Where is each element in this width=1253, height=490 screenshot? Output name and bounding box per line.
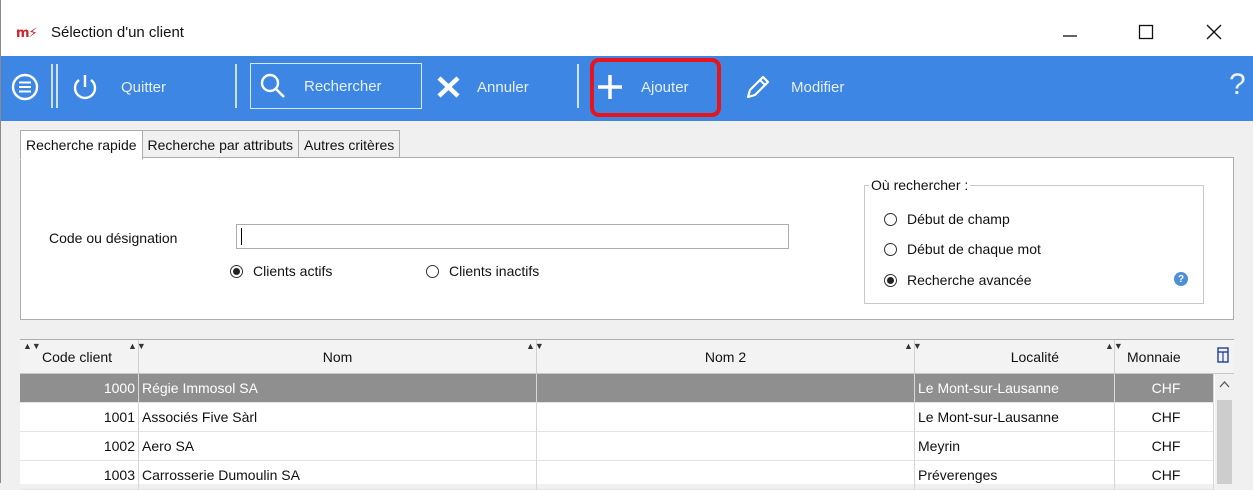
cell-currency: CHF [1115,432,1214,461]
edit-button[interactable]: Modifier [744,65,844,109]
toolbar-separator [56,64,58,108]
window-title: Sélection d'un client [51,24,184,41]
search-button[interactable]: Rechercher [250,63,422,109]
radio-unchecked-icon [426,264,439,278]
column-header-locality-label: Localité [1010,348,1059,365]
sort-icon: ▲▼ [23,341,41,351]
toolbar-separator [51,64,53,108]
radio-unchecked-icon [884,242,897,256]
grid-header: ▲▼ Code client ▲▼ Nom ▲▼ Nom 2 ▲▼ Locali… [20,340,1234,374]
cell-name: Aero SA [139,432,537,461]
radio-inactive-clients[interactable]: Clients inactifs [426,263,539,279]
app-logo: m⚡ [16,26,38,41]
title-bar: m⚡ Sélection d'un client [1,0,1253,56]
column-header-name2-label: Nom 2 [704,348,747,365]
vertical-scrollbar[interactable] [1215,374,1234,484]
toolbar-separator [577,64,579,108]
column-chooser-icon[interactable] [1217,347,1229,363]
search-where-group: Où rechercher : Début de champ Début de … [864,177,1204,304]
column-header-name2[interactable]: Nom 2 ▲▼ [537,340,922,373]
column-header-name-label: Nom [322,348,353,365]
client-selection-window: m⚡ Sélection d'un client Quitter Recherc… [0,0,1253,490]
radio-active-clients[interactable]: Clients actifs [230,263,332,279]
radio-field-start[interactable]: Début de champ [884,211,1010,227]
client-grid: ▲▼ Code client ▲▼ Nom ▲▼ Nom 2 ▲▼ Locali… [20,339,1234,490]
edit-label: Modifier [791,78,845,96]
search-icon [260,73,285,98]
table-row[interactable]: 1000 Régie Immosol SA Le Mont-sur-Lausan… [20,374,1214,403]
help-button[interactable]: ? [1229,68,1246,102]
radio-advanced-search[interactable]: Recherche avancée [884,272,1032,288]
cell-locality: Le Mont-sur-Lausanne [915,374,1115,403]
cell-locality: Le Mont-sur-Lausanne [915,403,1115,432]
scrollbar-thumb[interactable] [1217,400,1232,484]
tab-other-criteria[interactable]: Autres critères [298,130,401,159]
cell-code: 1001 [20,403,139,432]
search-where-title: Où rechercher : [869,177,971,193]
column-header-currency-label: Monnaie [1127,348,1181,365]
text-caret [241,228,242,245]
search-tabs: Recherche rapide Recherche par attributs… [20,130,401,160]
power-icon [73,75,97,100]
radio-advanced-search-label: Recherche avancée [907,272,1032,288]
cell-locality: Préverenges [915,461,1115,490]
column-header-code-label: Code client [42,348,113,365]
quit-button[interactable]: Quitter [70,65,166,109]
cell-name: Carrosserie Dumoulin SA [139,461,537,490]
table-row[interactable]: 1003 Carrosserie Dumoulin SA Préverenges… [20,461,1214,490]
cancel-label: Annuler [477,78,529,96]
close-icon [1206,24,1222,40]
column-header-code[interactable]: ▲▼ Code client ▲▼ [20,340,146,373]
cell-code: 1003 [20,461,139,490]
radio-unchecked-icon [884,212,897,226]
pencil-icon [746,75,770,99]
radio-active-clients-label: Clients actifs [253,263,333,279]
table-row[interactable]: 1002 Aero SA Meyrin CHF [20,432,1214,461]
cell-name: Associés Five Sàrl [139,403,537,432]
menu-button[interactable] [10,65,40,109]
maximize-button[interactable] [1123,14,1169,50]
minimize-icon [1063,35,1077,37]
cell-code: 1002 [20,432,139,461]
code-label: Code ou désignation [49,230,178,246]
cell-currency: CHF [1115,403,1214,432]
minimize-button[interactable] [1047,14,1093,50]
scroll-up-icon[interactable] [1215,374,1234,394]
cell-name2 [537,374,915,403]
cell-currency: CHF [1115,461,1214,490]
column-header-currency[interactable]: Monnaie [1115,340,1234,373]
cell-name2 [537,461,915,490]
cell-locality: Meyrin [915,432,1115,461]
cancel-icon [437,76,460,98]
tab-quick-search[interactable]: Recherche rapide [20,130,143,160]
cell-name2 [537,403,915,432]
quick-search-panel: Code ou désignation Clients actifs Clien… [20,157,1234,320]
tab-attribute-search[interactable]: Recherche par attributs [141,130,300,159]
radio-checked-icon [230,264,243,278]
cell-name2 [537,432,915,461]
help-info-icon[interactable]: ? [1174,272,1188,286]
radio-each-word-start[interactable]: Début de chaque mot [884,241,1041,257]
cancel-button[interactable]: Annuler [434,65,529,109]
search-label: Rechercher [304,77,382,95]
radio-field-start-label: Début de champ [907,211,1010,227]
code-input[interactable] [236,224,789,249]
cell-name: Régie Immosol SA [139,374,537,403]
radio-each-word-start-label: Début de chaque mot [907,241,1041,257]
radio-inactive-clients-label: Clients inactifs [449,263,540,279]
menu-icon [11,73,39,101]
radio-checked-icon [884,273,897,287]
quit-label: Quitter [121,78,167,96]
toolbar-separator [235,64,237,108]
column-header-name[interactable]: Nom ▲▼ [139,340,544,373]
cell-currency: CHF [1115,374,1214,403]
close-button[interactable] [1191,14,1237,50]
add-button-highlight [590,58,721,117]
column-header-locality[interactable]: Localité ▲▼ [915,340,1123,373]
table-row[interactable]: 1001 Associés Five Sàrl Le Mont-sur-Laus… [20,403,1214,432]
maximize-icon [1138,24,1154,40]
cell-code: 1000 [20,374,139,403]
